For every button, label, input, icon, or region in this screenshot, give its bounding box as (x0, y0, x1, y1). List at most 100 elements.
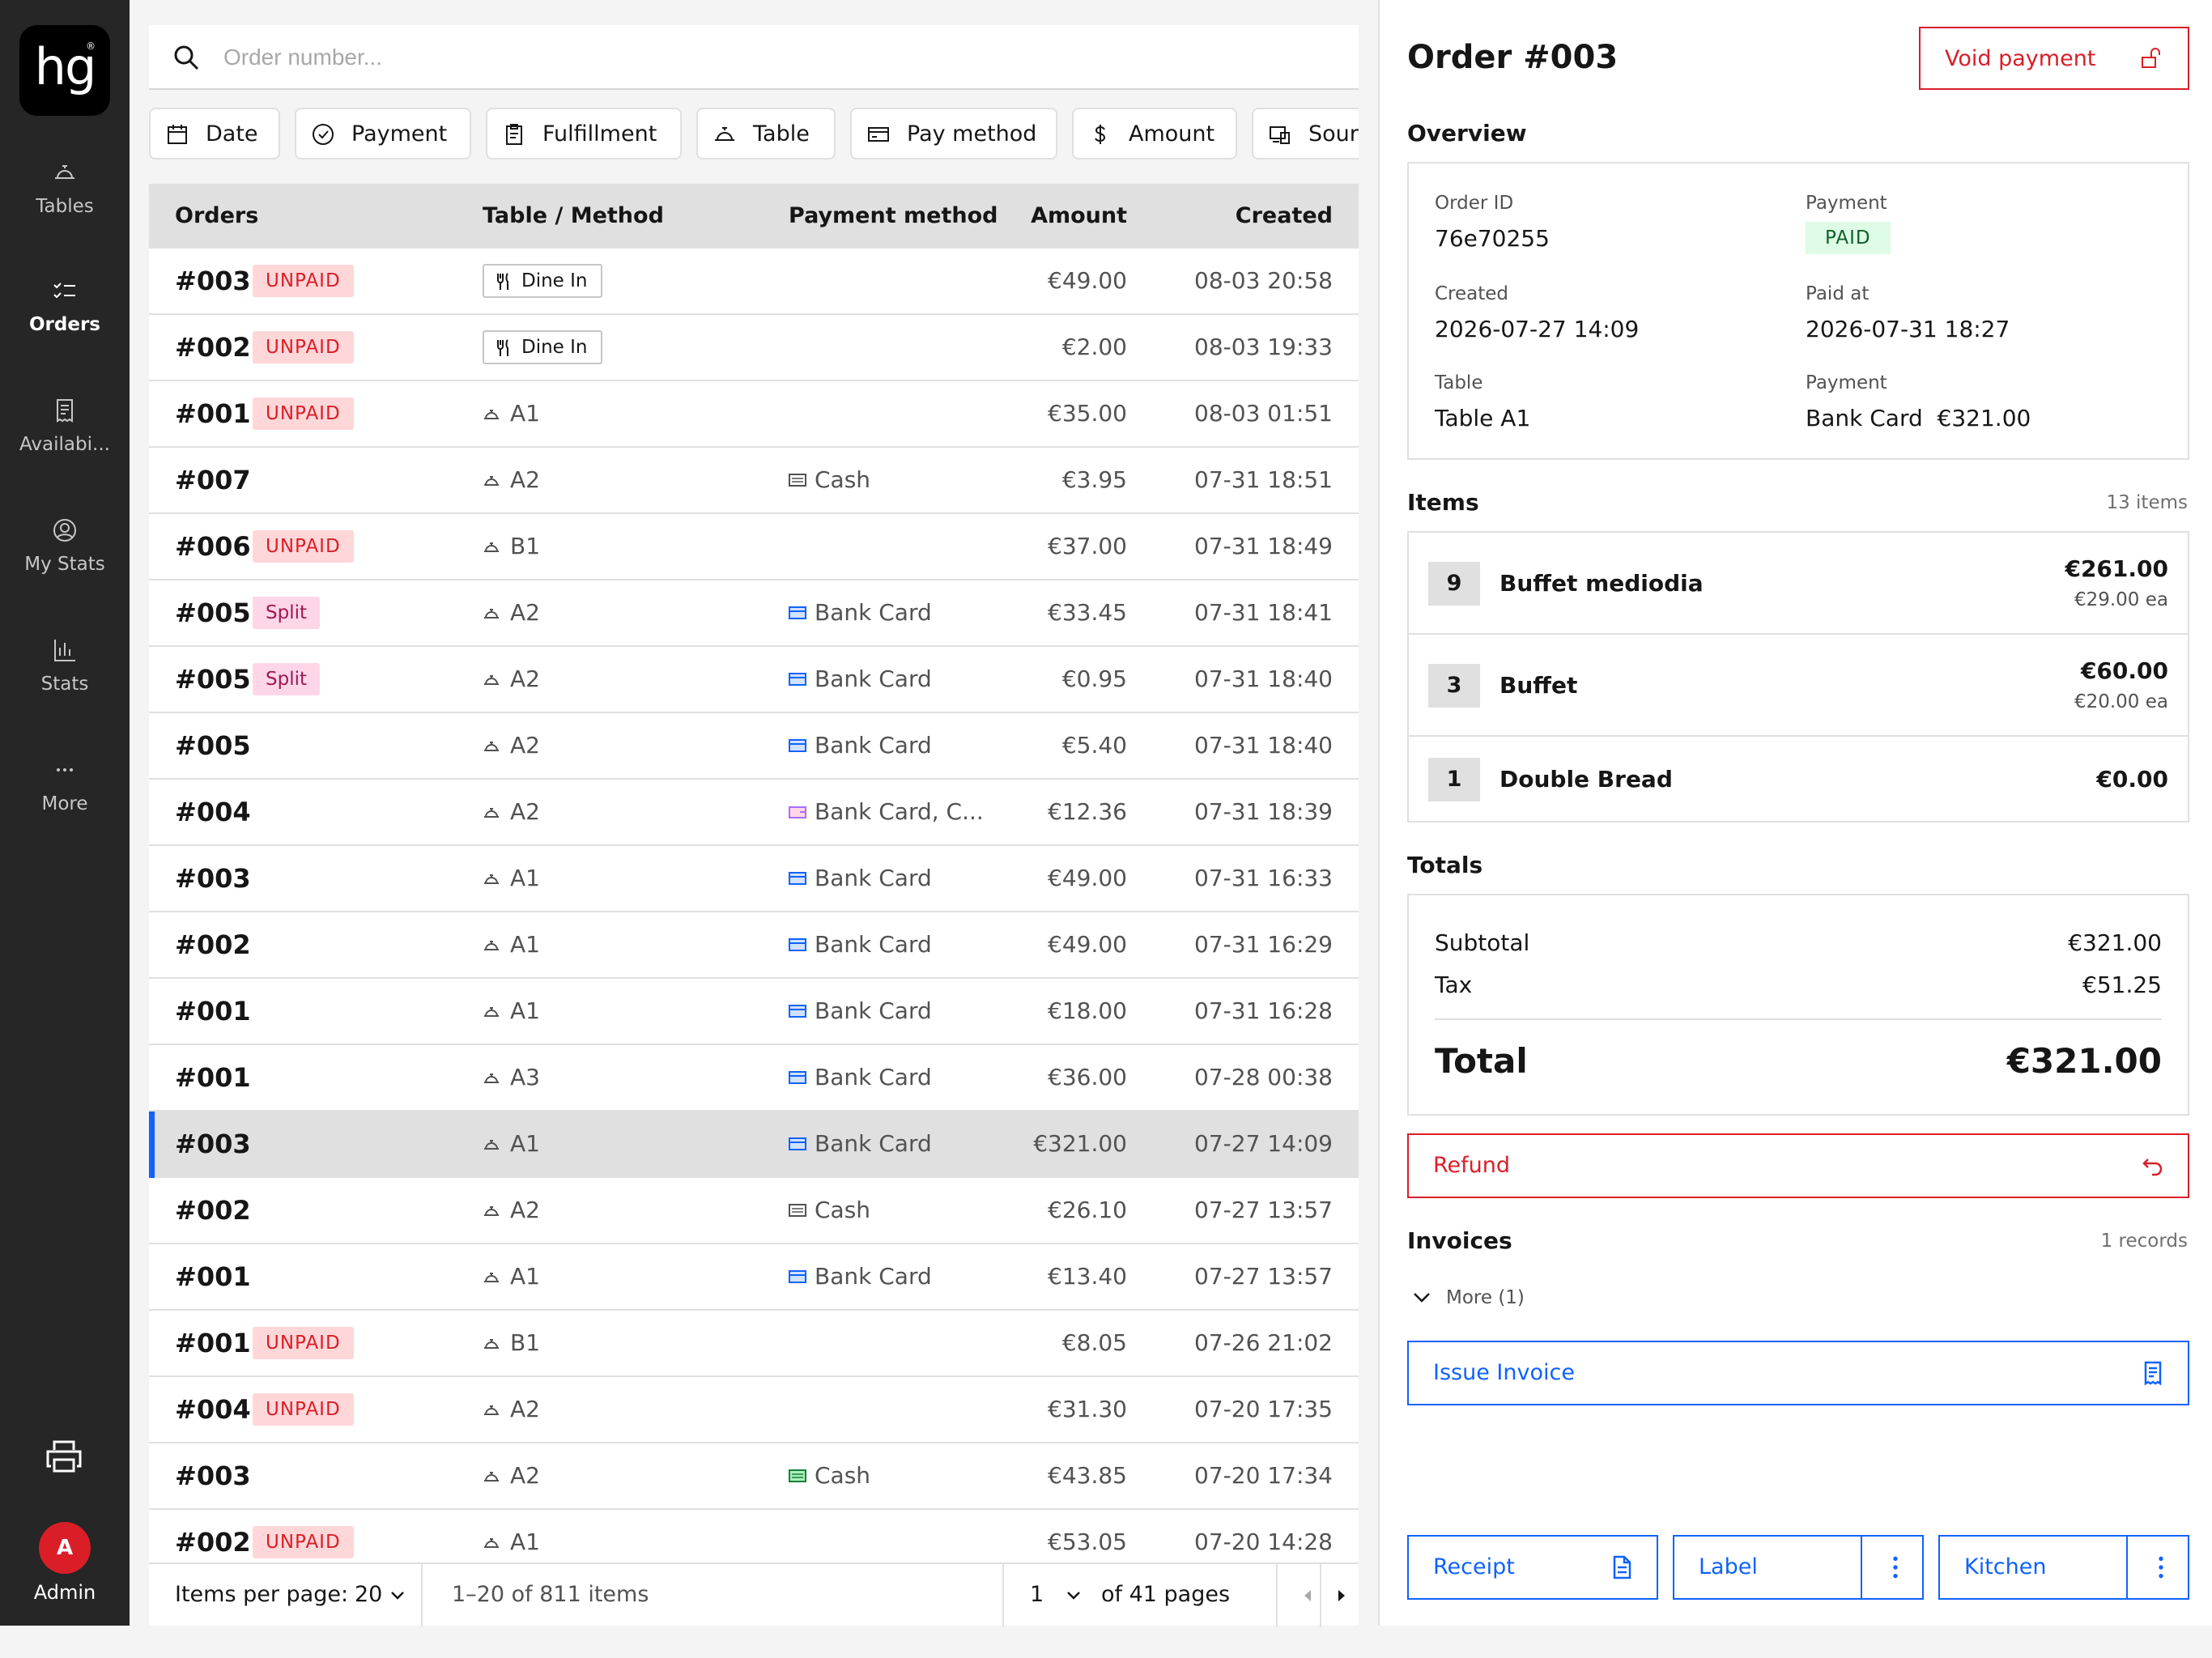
per-page-select[interactable]: 20 (355, 1564, 406, 1627)
table-row[interactable]: #002 A1 Bank Card €49.00 07-31 16:29 (149, 912, 1359, 979)
table-row[interactable]: #002 UNPAID A1 €53.05 07-20 14:28 (149, 1510, 1359, 1562)
nav-item-more[interactable]: More (0, 756, 130, 814)
nav-item-stats[interactable]: Stats (0, 636, 130, 695)
printer-icon[interactable] (45, 1439, 83, 1474)
nav-label: Tables (36, 196, 94, 217)
nav-item-availability[interactable]: Availabi... (0, 397, 130, 455)
filter-pay-method[interactable]: Pay method (850, 108, 1057, 159)
payment-method-cell: Bank Card (789, 979, 932, 1044)
table-cell: A2 (483, 780, 540, 844)
payment-method-label: Bank Card (815, 665, 932, 692)
kebab-menu-icon[interactable] (1883, 1554, 1908, 1580)
column-header-table-method[interactable]: Table / Method (483, 203, 664, 228)
label-button[interactable]: Label (1673, 1535, 1924, 1600)
table-row[interactable]: #003 A2 Cash €43.85 07-20 17:34 (149, 1443, 1359, 1510)
avatar[interactable]: A (39, 1522, 91, 1574)
table-label: A1 (510, 865, 540, 891)
payment-method-cell: Bank Card (789, 1112, 932, 1176)
table-row[interactable]: #001 A1 Bank Card €18.00 07-31 16:28 (149, 979, 1359, 1045)
payment-method-label: Cash (815, 1462, 871, 1489)
previous-page-icon[interactable] (1302, 1588, 1313, 1603)
kitchen-button[interactable]: Kitchen (1938, 1535, 2189, 1600)
user-name: Admin (33, 1581, 96, 1604)
table-row[interactable]: #002 UNPAID Dine In €2.00 08-03 19:33 (149, 315, 1359, 381)
table-row[interactable]: #001 A3 Bank Card €36.00 07-28 00:38 (149, 1045, 1359, 1112)
bell-icon (484, 1273, 499, 1282)
payment-method-cell: Bank Card (789, 1045, 932, 1110)
table-row[interactable]: #001 UNPAID B1 €8.05 07-26 21:02 (149, 1311, 1359, 1377)
table-row[interactable]: #003 UNPAID Dine In €49.00 08-03 20:58 (149, 249, 1359, 315)
table-row[interactable]: #004 A2 Bank Card, C... €12.36 07-31 18:39 (149, 780, 1359, 846)
created-cell: 07-31 18:39 (1194, 798, 1333, 825)
next-page-icon[interactable] (1336, 1588, 1347, 1603)
bell-icon (484, 609, 499, 619)
dine-in-tag: Dine In (483, 330, 602, 364)
nav-item-my-stats[interactable]: My Stats (0, 517, 130, 575)
filter-amount[interactable]: Amount (1072, 108, 1237, 159)
list-item[interactable]: 1 Double Bread €0.00 (1409, 737, 2188, 821)
column-header-amount[interactable]: Amount (1031, 203, 1127, 228)
checklist-icon (53, 283, 75, 299)
table-row[interactable]: #001 UNPAID A1 €35.00 08-03 01:51 (149, 381, 1359, 448)
nav-item-tables[interactable]: Tables (0, 159, 130, 217)
table-row[interactable]: #005 Split A2 Bank Card €0.95 07-31 18:40 (149, 647, 1359, 713)
table-row[interactable]: #005 Split A2 Bank Card €33.45 07-31 18:41 (149, 580, 1359, 647)
table-cell: A2 (483, 580, 540, 645)
amount-cell: €12.36 (1048, 798, 1127, 825)
bell-icon (484, 675, 499, 685)
issue-invoice-button[interactable]: Issue Invoice (1407, 1341, 2189, 1405)
list-item[interactable]: 3 Buffet €60.00 €20.00 ea (1409, 635, 2188, 737)
list-item[interactable]: 9 Buffet mediodia €261.00 €29.00 ea (1409, 533, 2188, 635)
bell-icon (484, 410, 499, 419)
receipt-button[interactable]: Receipt (1407, 1535, 1658, 1600)
table-row[interactable]: #003 A1 Bank Card €49.00 07-31 16:33 (149, 846, 1359, 912)
table-row[interactable]: #002 A2 Cash €26.10 07-27 13:57 (149, 1178, 1359, 1244)
cash-icon (789, 1469, 806, 1482)
invoice-icon (2144, 1361, 2162, 1386)
amount-cell: €5.40 (1061, 732, 1127, 759)
column-header-payment-method[interactable]: Payment method (789, 203, 998, 228)
subtotal-value: €321.00 (2068, 929, 2162, 956)
amount-cell: €18.00 (1048, 997, 1127, 1024)
created-cell: 07-31 18:41 (1194, 599, 1333, 626)
table-cell: A1 (483, 846, 540, 911)
app-logo[interactable]: hg ® (19, 25, 110, 116)
void-payment-button[interactable]: Void payment (1919, 27, 2189, 90)
filter-date[interactable]: Date (149, 108, 280, 159)
filter-label: Source (1308, 121, 1359, 147)
column-header-orders[interactable]: Orders (175, 203, 258, 228)
column-header-created[interactable]: Created (1236, 203, 1333, 228)
search-input[interactable] (223, 35, 1341, 80)
filter-table[interactable]: Table (696, 108, 836, 159)
bell-icon (484, 941, 499, 950)
divider (421, 1564, 423, 1627)
status-badge: UNPAID (253, 1327, 354, 1359)
void-payment-label: Void payment (1945, 46, 2096, 71)
table-row[interactable]: #005 A2 Bank Card €5.40 07-31 18:40 (149, 713, 1359, 780)
fork-knife-icon (497, 273, 508, 290)
payment-method-cell: Bank Card (789, 912, 932, 977)
amount-cell: €26.10 (1048, 1197, 1127, 1223)
payment-method-cell: Cash (789, 1443, 870, 1508)
order-number: #001 (175, 398, 251, 429)
filter-payment[interactable]: Payment (295, 108, 471, 159)
table-row[interactable]: #007 A2 Cash €3.95 07-31 18:51 (149, 448, 1359, 514)
nav-label: Orders (29, 314, 100, 335)
table-row[interactable]: #003 A1 Bank Card €321.00 07-27 14:09 (149, 1112, 1359, 1178)
amount-cell: €8.05 (1061, 1329, 1127, 1356)
created-cell: 07-27 14:09 (1194, 1130, 1333, 1157)
kebab-menu-icon[interactable] (2149, 1554, 2173, 1580)
filter-fulfillment[interactable]: Fulfillment (486, 108, 682, 159)
status-badge: UNPAID (253, 530, 354, 563)
item-total: €261.00 (2065, 555, 2168, 582)
table-row[interactable]: #006 UNPAID B1 €37.00 07-31 18:49 (149, 514, 1359, 580)
created-cell: 07-20 17:35 (1194, 1396, 1333, 1422)
table-row[interactable]: #004 UNPAID A2 €31.30 07-20 17:35 (149, 1377, 1359, 1443)
refund-button[interactable]: Refund (1407, 1133, 2189, 1198)
table-label: A1 (510, 997, 540, 1024)
page-select[interactable]: 1 (1030, 1564, 1082, 1627)
table-row[interactable]: #001 A1 Bank Card €13.40 07-27 13:57 (149, 1244, 1359, 1311)
item-quantity: 9 (1428, 562, 1480, 606)
nav-item-orders[interactable]: Orders (0, 277, 130, 335)
filter-source[interactable]: Source (1252, 108, 1359, 159)
